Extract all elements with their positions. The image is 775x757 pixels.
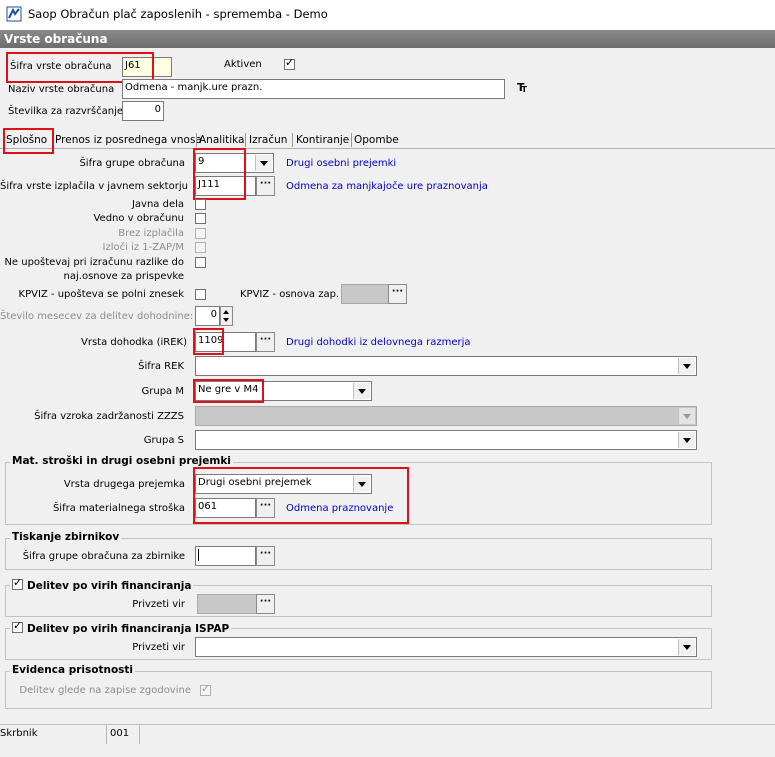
st-mesecev-label: Število mesecev za delitev dohodnine: bbox=[0, 311, 194, 322]
neupostevaj-checkbox[interactable] bbox=[195, 257, 206, 268]
vedno-checkbox[interactable] bbox=[195, 213, 206, 224]
check-icon: ✓ bbox=[13, 576, 23, 589]
delitev-privzeti-field bbox=[197, 594, 258, 614]
status-bar: Skrbnik 001 bbox=[0, 724, 775, 745]
highlight-grupa-izplacila bbox=[193, 148, 246, 200]
naziv-field[interactable]: Odmena - manjk.ure prazn. bbox=[122, 79, 505, 99]
delitev-ispap-checkbox[interactable]: ✓ bbox=[12, 619, 23, 633]
dohodka-label: Vrsta dohodka (iREK) bbox=[81, 337, 187, 348]
dohodka-browse-button[interactable]: ··· bbox=[256, 332, 275, 352]
delitev-privzeti-label: Privzeti vir bbox=[132, 599, 185, 610]
tab-izracun[interactable]: Izračun bbox=[249, 131, 287, 149]
check-icon: ✓ bbox=[201, 682, 211, 695]
vrsta-prejemka-label: Vrsta drugega prejemka bbox=[63, 479, 185, 490]
tisk-grupa-browse-button[interactable]: ··· bbox=[256, 546, 275, 566]
title-bar: Saop Obračun plač zaposlenih - sprememba… bbox=[0, 0, 775, 30]
grupas-combo[interactable] bbox=[195, 430, 697, 450]
tab-separator bbox=[245, 133, 246, 147]
kpviz-checkbox[interactable] bbox=[195, 289, 206, 300]
tab-separator bbox=[196, 133, 197, 147]
izplacila-label: Šifra vrste izplačila v javnem sektorju bbox=[0, 181, 188, 192]
izloci-label: Izloči iz 1-ZAP/M bbox=[102, 242, 184, 253]
chevron-down-icon[interactable] bbox=[255, 155, 272, 171]
grupam-label: Grupa M bbox=[141, 386, 184, 397]
neupostevaj-label-2: naj.osnove za prispevke bbox=[63, 271, 184, 282]
delitev-privzeti-browse-button[interactable]: ··· bbox=[256, 594, 275, 614]
brez-label: Brez izplačila bbox=[118, 228, 184, 239]
window-title: Saop Obračun plač zaposlenih - sprememba… bbox=[28, 7, 328, 21]
izloci-checkbox bbox=[195, 242, 206, 253]
status-label: Skrbnik bbox=[0, 728, 38, 739]
chevron-down-icon bbox=[678, 408, 695, 424]
delitev-group-title: Delitev po virih financiranja bbox=[27, 580, 192, 592]
izplacila-desc: Odmena za manjkajoče ure praznovanja bbox=[286, 181, 488, 192]
material-label: Šifra materialnega stroška bbox=[52, 503, 185, 514]
tab-separator bbox=[351, 133, 352, 147]
tab-opombe[interactable]: Opombe bbox=[354, 131, 399, 149]
evidenca-group-title: Evidenca prisotnosti bbox=[10, 664, 136, 676]
delitev-ispap-title-wrap: ✓ Delitev po virih financiranja ISPAP bbox=[10, 619, 232, 635]
grupa-obracuna-desc: Drugi osebni prejemki bbox=[286, 158, 397, 169]
grupas-label: Grupa S bbox=[143, 435, 184, 446]
stevilka-label: Številka za razvrščanje bbox=[8, 106, 123, 117]
highlight-tab-splosno bbox=[3, 128, 54, 154]
kpviz-osnova-label: KPVIZ - osnova zap. bbox=[240, 289, 340, 300]
check-icon: ✓ bbox=[13, 619, 23, 632]
delitev-ispap-privzeti-label: Privzeti vir bbox=[132, 642, 185, 653]
st-mesecev-field[interactable]: 0 bbox=[195, 306, 220, 326]
kpviz-label: KPVIZ - upošteva se polni znesek bbox=[18, 289, 184, 300]
chevron-down-icon[interactable] bbox=[353, 383, 370, 399]
tab-prenos[interactable]: Prenos iz posrednega vnosa bbox=[55, 131, 202, 149]
zzzs-label: Šifra vzroka zadržanosti ZZZS bbox=[34, 411, 184, 422]
vedno-label: Vedno v obračunu bbox=[93, 213, 184, 224]
delitev-group-title-wrap: ✓ Delitev po virih financiranja bbox=[10, 576, 194, 592]
chevron-down-icon[interactable] bbox=[678, 639, 695, 655]
mat-group-title: Mat. stroški in drugi osebni prejemki bbox=[10, 455, 233, 467]
zzzs-combo bbox=[195, 406, 697, 426]
tisk-grupa-label: Šifra grupe obračuna za zbirnike bbox=[22, 551, 185, 562]
highlight-grupam bbox=[193, 379, 264, 403]
status-value: 001 bbox=[110, 728, 130, 739]
tab-separator bbox=[292, 133, 293, 147]
highlight-mat bbox=[193, 467, 409, 524]
izplacila-browse-button[interactable]: ··· bbox=[256, 176, 275, 196]
tab-analitika[interactable]: Analitika bbox=[199, 131, 244, 149]
delitev-checkbox[interactable]: ✓ bbox=[12, 576, 23, 590]
kpviz-osnova-field bbox=[341, 284, 389, 304]
naziv-label: Naziv vrste obračuna bbox=[8, 84, 115, 95]
chevron-down-icon[interactable] bbox=[678, 358, 695, 374]
status-divider bbox=[139, 725, 140, 744]
dohodka-desc: Drugi dohodki iz delovnega razmerja bbox=[286, 337, 471, 348]
brez-checkbox bbox=[195, 228, 206, 239]
javna-dela-checkbox[interactable] bbox=[195, 199, 206, 210]
evidenca-delitev-label: Delitev glede na zapise zgodovine bbox=[19, 685, 191, 696]
neupostevaj-label-1: Ne upoštevaj pri izračunu razlike do bbox=[4, 257, 184, 268]
aktiven-label: Aktiven bbox=[224, 59, 262, 70]
delitev-ispap-privzeti-combo[interactable] bbox=[195, 637, 697, 657]
javna-dela-label: Javna dela bbox=[131, 199, 184, 210]
chevron-down-icon[interactable] bbox=[678, 432, 695, 448]
tisk-grupa-field[interactable] bbox=[195, 546, 256, 566]
st-mesecev-spinner[interactable] bbox=[220, 306, 233, 326]
check-icon: ✓ bbox=[285, 56, 295, 69]
delitev-ispap-group-title: Delitev po virih financiranja ISPAP bbox=[27, 623, 230, 635]
rek-combo[interactable] bbox=[195, 356, 697, 376]
text-format-icon[interactable]: TT bbox=[517, 81, 530, 94]
kpviz-osnova-browse-button[interactable]: ··· bbox=[388, 284, 407, 304]
grupa-obracuna-label: Šifra grupe obračuna bbox=[79, 158, 185, 169]
stevilka-field[interactable]: 0 bbox=[122, 101, 164, 121]
aktiven-checkbox[interactable]: ✓ bbox=[284, 56, 295, 70]
section-title: Vrste obračuna bbox=[0, 30, 775, 48]
highlight-dohodka bbox=[193, 328, 224, 355]
rek-label: Šifra REK bbox=[138, 361, 184, 372]
app-icon bbox=[6, 6, 22, 22]
evidenca-delitev-checkbox: ✓ bbox=[200, 682, 211, 696]
tisk-group-title: Tiskanje zbirnikov bbox=[10, 531, 122, 543]
tab-kontiranje[interactable]: Kontiranje bbox=[296, 131, 349, 149]
status-divider bbox=[106, 725, 107, 744]
